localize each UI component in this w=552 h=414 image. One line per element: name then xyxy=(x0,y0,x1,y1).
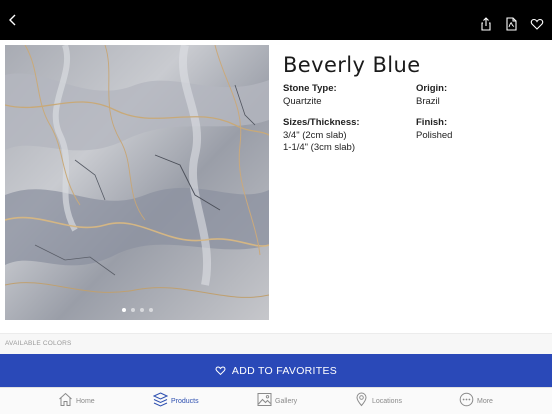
heart-icon[interactable] xyxy=(530,17,544,31)
tab-home[interactable]: Home xyxy=(58,392,108,412)
available-colors-section: AVAILABLE COLORS xyxy=(0,333,552,354)
gallery-icon xyxy=(257,393,272,406)
top-navigation-bar xyxy=(0,0,552,40)
bottom-tab-bar: Home Products Gallery Locations More xyxy=(0,387,552,414)
marble-slab-image xyxy=(5,45,269,320)
carousel-dot[interactable] xyxy=(148,308,153,312)
spec-label: Finish: xyxy=(416,117,448,128)
spec-label: Origin: xyxy=(416,83,448,94)
heart-outline-icon xyxy=(215,366,226,376)
spec-value: Quartzite xyxy=(283,95,322,107)
spec-finish: Finish: Polished xyxy=(416,117,452,142)
spec-value: Brazil xyxy=(416,95,440,107)
tab-products[interactable]: Products xyxy=(153,392,213,412)
tab-locations[interactable]: Locations xyxy=(354,392,414,412)
spec-value: 1-1/4" (3cm slab) xyxy=(283,142,356,153)
home-icon xyxy=(59,392,72,406)
spec-sizes-thickness: Sizes/Thickness: 3/4" (2cm slab) 1-1/4" … xyxy=(283,117,360,155)
tab-label: Products xyxy=(171,398,199,405)
more-icon xyxy=(459,392,474,407)
location-pin-icon xyxy=(356,392,367,407)
spec-stone-type: Stone Type: Quartzite xyxy=(283,83,337,108)
product-title: Beverly Blue xyxy=(283,53,421,77)
spec-value: 3/4" (2cm slab) xyxy=(283,129,347,141)
add-to-favorites-label: ADD TO FAVORITES xyxy=(231,365,338,377)
product-image-carousel[interactable] xyxy=(5,45,269,320)
tab-label: Locations xyxy=(372,398,402,405)
back-arrow-icon[interactable] xyxy=(6,13,20,27)
spec-value: Polished xyxy=(416,129,453,141)
carousel-page-indicator[interactable] xyxy=(5,308,269,312)
spec-origin: Origin: Brazil xyxy=(416,83,447,108)
pdf-icon[interactable] xyxy=(504,17,518,31)
spec-label: Stone Type: xyxy=(283,83,337,94)
tab-label: More xyxy=(477,398,493,405)
tab-label: Gallery xyxy=(275,398,298,405)
carousel-dot[interactable] xyxy=(121,308,126,312)
tab-more[interactable]: More xyxy=(459,392,509,412)
tab-gallery[interactable]: Gallery xyxy=(257,392,307,412)
share-icon[interactable] xyxy=(479,17,493,31)
tab-label: Home xyxy=(76,398,95,405)
available-colors-label: AVAILABLE COLORS xyxy=(5,340,72,347)
carousel-dot[interactable] xyxy=(130,308,135,312)
carousel-dot[interactable] xyxy=(139,308,144,312)
spec-label: Sizes/Thickness: xyxy=(283,117,360,128)
add-to-favorites-button[interactable]: ADD TO FAVORITES xyxy=(0,354,552,387)
products-icon xyxy=(153,392,168,407)
